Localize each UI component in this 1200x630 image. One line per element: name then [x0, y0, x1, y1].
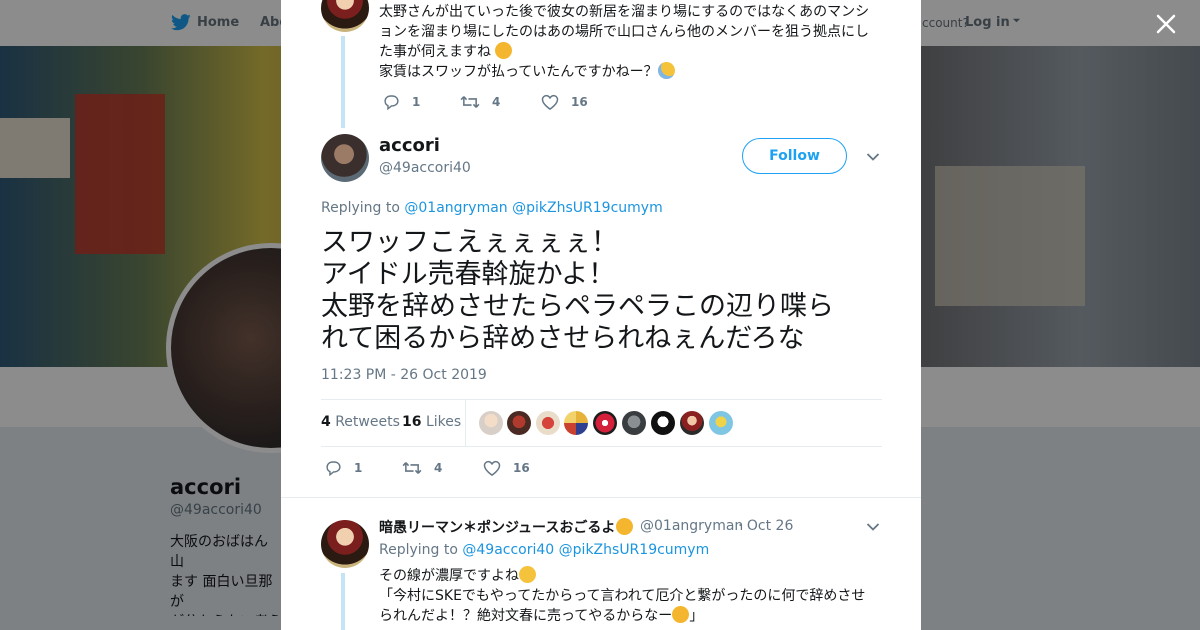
author-handle[interactable]: @49accori40: [379, 160, 471, 176]
reply-count: 1: [412, 95, 421, 109]
retweet-icon: [460, 96, 480, 108]
reply-tweet-text-line: られんだよ！？絶対文春に売ってやるからなー」: [379, 606, 703, 626]
chevron-down-icon[interactable]: [866, 522, 880, 532]
follow-button[interactable]: Follow: [742, 138, 847, 174]
liker-avatar[interactable]: [622, 411, 646, 435]
tweet-text: スワッフこえぇぇぇぇ！ アイドル売春斡旋かよ！ 太野を辞めさせたらペラペラこの辺…: [321, 227, 834, 354]
reply-date[interactable]: · Oct 26: [738, 518, 793, 534]
prev-tweet-text-fragment: た事が伺えますね: [379, 44, 491, 60]
liker-avatar[interactable]: [479, 411, 503, 435]
retweet-button[interactable]: 4: [402, 458, 442, 478]
reply-author-handle[interactable]: @01angryman: [640, 518, 743, 534]
replying-to: Replying to @49accori40 @pikZhsUR19cumym: [379, 542, 709, 558]
mention-link[interactable]: @01angryman: [404, 200, 507, 216]
prev-tweet-text-fragment: 家賃はスワッフが払っていたんですかねー？: [379, 64, 658, 80]
mention-link[interactable]: @pikZhsUR19cumym: [559, 542, 710, 558]
liker-avatar[interactable]: [507, 411, 531, 435]
prev-tweet-text-line: 家賃はスワッフが払っていたんですかねー？: [379, 62, 675, 82]
thinking-face-emoji-icon: [519, 566, 536, 583]
prev-tweet-text-line: ョンを溜まり場にしたのはあの場所で山口さんら他のメンバーを狙う拠点にし: [379, 24, 869, 40]
reply-tweet-text-line: 「今村にSKEでもやってたからって言われて厄介と繋がったのに何で辞めさせ: [379, 588, 866, 604]
mention-link[interactable]: @49accori40: [462, 542, 554, 558]
reply-icon: [326, 461, 341, 476]
replying-to-label: Replying to: [321, 200, 400, 216]
replying-to-label: Replying to: [379, 542, 458, 558]
reply-author-name-text: 暗愚リーマン＊ポンジュースおごるよ: [379, 520, 616, 536]
angry-face-emoji-icon: [495, 42, 513, 59]
heart-icon: [483, 460, 501, 476]
reply-tweet-text-fragment: その線が濃厚ですよね: [379, 568, 519, 584]
divider: [465, 399, 466, 447]
liker-avatar[interactable]: [536, 411, 560, 435]
liker-avatar[interactable]: [680, 411, 704, 435]
like-button[interactable]: 16: [483, 458, 530, 478]
retweets-stat[interactable]: 4 Retweets: [321, 414, 400, 430]
liker-avatar[interactable]: [564, 411, 588, 435]
replying-to: Replying to @01angryman @pikZhsUR19cumym: [321, 200, 663, 216]
like-count: 16: [571, 95, 588, 109]
divider: [321, 446, 882, 447]
retweet-icon: [402, 462, 422, 474]
divider: [321, 399, 882, 400]
reply-icon: [384, 95, 399, 110]
angry-face-emoji-icon: [672, 606, 690, 623]
thread-line: [341, 36, 345, 128]
tweet-timestamp[interactable]: 11:23 PM - 26 Oct 2019: [321, 367, 487, 383]
likes-stat[interactable]: 16 Likes: [402, 414, 461, 430]
retweet-count: 4: [492, 95, 501, 109]
prev-tweet-text-line: 太野さんが出ていった後で彼女の新居を溜まり場にするのではなくあのマンシ: [379, 4, 870, 20]
winking-face-emoji-icon: [616, 518, 634, 535]
divider: [281, 497, 921, 498]
likes-label: Likes: [425, 414, 462, 430]
heart-icon: [541, 94, 559, 110]
reply-button[interactable]: 1: [383, 92, 420, 112]
sweat-face-emoji-icon: [657, 62, 675, 79]
avatar[interactable]: [321, 520, 369, 568]
author-name[interactable]: accori: [379, 135, 440, 156]
likes-count: 16: [402, 414, 422, 430]
reply-tweet-text-fragment: られんだよ！？絶対文春に売ってやるからなー: [379, 608, 673, 624]
prev-tweet-text-line: た事が伺えますね: [379, 42, 513, 62]
thread-line: [341, 573, 345, 630]
retweet-count: 4: [434, 461, 443, 475]
close-icon[interactable]: [1152, 10, 1180, 38]
retweets-count: 4: [321, 414, 331, 430]
reply-count: 1: [354, 461, 363, 475]
reply-author-name[interactable]: 暗愚リーマン＊ポンジュースおごるよ: [379, 517, 634, 537]
reply-tweet-text-line: その線が濃厚ですよね: [379, 566, 536, 586]
like-count: 16: [513, 461, 530, 475]
like-button[interactable]: 16: [541, 92, 588, 112]
mention-link[interactable]: @pikZhsUR19cumym: [512, 200, 663, 216]
reply-button[interactable]: 1: [325, 458, 362, 478]
retweets-label: Retweets: [335, 414, 400, 430]
liker-avatar[interactable]: [593, 411, 617, 435]
chevron-down-icon[interactable]: [866, 152, 880, 162]
avatar[interactable]: [321, 134, 369, 182]
liker-avatar[interactable]: [709, 411, 733, 435]
liker-avatar[interactable]: [651, 411, 675, 435]
reply-tweet-text-fragment: 」: [689, 608, 704, 624]
retweet-button[interactable]: 4: [460, 92, 500, 112]
